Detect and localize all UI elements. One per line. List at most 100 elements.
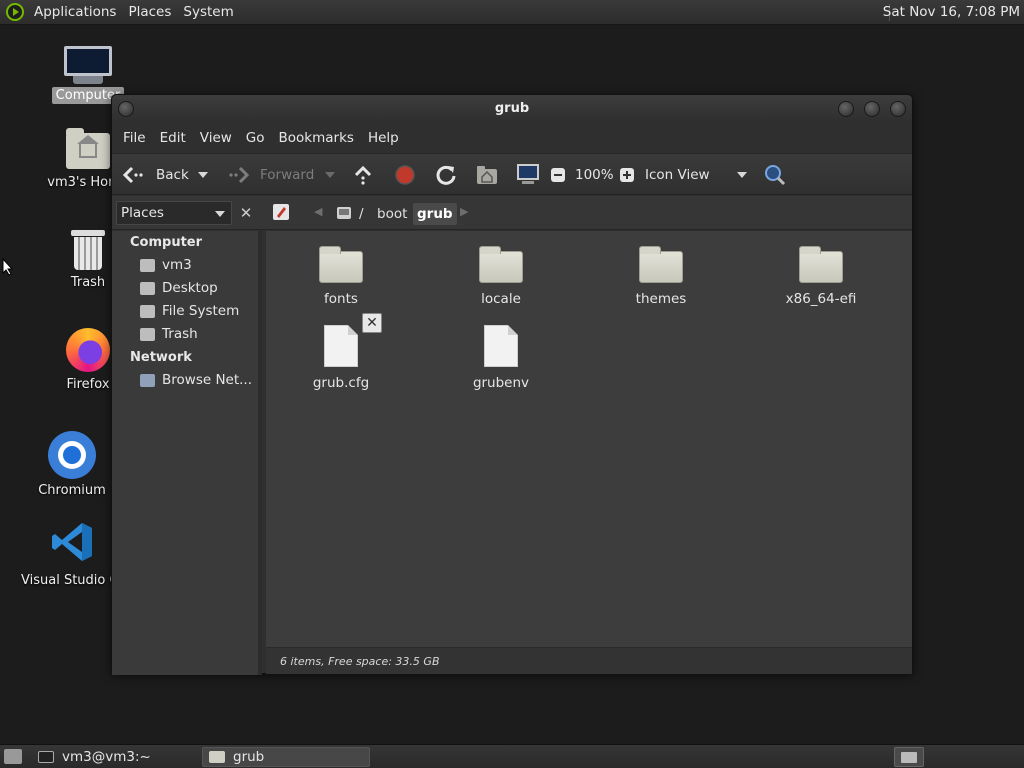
top-panel: Applications Places System Sat Nov 16, 7… (0, 0, 1024, 25)
sidebar-item-filesystem[interactable]: File System (140, 303, 239, 319)
back-button[interactable]: Back (122, 154, 189, 196)
file-name: themes (635, 291, 687, 307)
reload-button[interactable] (435, 154, 457, 196)
zoom-out-icon (551, 168, 565, 182)
file-item-grub-cfg[interactable]: ✕ grub.cfg (266, 313, 416, 391)
forward-label: Forward (260, 167, 315, 183)
file-view[interactable]: fonts locale themes x86_64-efi ✕ grub.cf… (266, 231, 912, 647)
file-name: grub.cfg (312, 375, 370, 391)
file-item-themes[interactable]: themes (586, 245, 736, 307)
close-button[interactable] (890, 101, 906, 117)
location-bar: Places ✕ ◀ / boot grub ▶ (112, 196, 912, 230)
file-manager-window: grub File Edit View Go Bookmarks Help Ba… (111, 94, 913, 675)
minimize-button[interactable] (838, 101, 854, 117)
sidebar-item-vm3[interactable]: vm3 (140, 257, 192, 273)
drive-icon (140, 304, 155, 318)
crumb-root[interactable]: / (355, 203, 368, 225)
folder-icon (209, 751, 225, 763)
folder-icon (319, 246, 363, 283)
file-item-locale[interactable]: locale (426, 245, 576, 307)
network-icon (140, 373, 155, 387)
places-sidebar: Computer vm3 Desktop File System Trash N… (112, 231, 262, 675)
window-title: grub (494, 101, 530, 116)
taskbar-item-label: vm3@vm3:~ (62, 749, 151, 765)
chevron-down-icon (215, 211, 225, 217)
toggle-location-entry-button[interactable] (272, 203, 290, 225)
forward-history-dropdown[interactable] (325, 154, 335, 196)
sidebar-item-label: Browse Net... (162, 372, 253, 388)
text-file-icon (324, 325, 358, 367)
menu-file[interactable]: File (116, 130, 153, 146)
system-menu[interactable]: System (177, 0, 239, 25)
search-button[interactable] (764, 154, 786, 196)
edit-location-icon (273, 204, 289, 220)
window-titlebar[interactable]: grub (112, 95, 912, 123)
sidebar-item-label: File System (162, 303, 240, 319)
clock[interactable]: Sat Nov 16, 7:08 PM (883, 0, 1020, 25)
sidebar-type-select[interactable]: Places (116, 201, 232, 225)
file-item-grubenv[interactable]: grubenv (426, 325, 576, 391)
filesystem-crumb-icon[interactable] (336, 205, 352, 225)
sidebar-item-browse-network[interactable]: Browse Net... (140, 372, 252, 388)
zoom-in-button[interactable] (619, 154, 635, 196)
file-item-x86_64-efi[interactable]: x86_64-efi (746, 245, 896, 307)
show-desktop-icon[interactable] (4, 749, 22, 764)
menu-bar: File Edit View Go Bookmarks Help (112, 125, 912, 151)
chevron-down-icon (325, 172, 335, 178)
maximize-button[interactable] (864, 101, 880, 117)
forward-arrow-icon (229, 166, 250, 184)
menu-edit[interactable]: Edit (153, 130, 193, 146)
home-folder-icon (477, 166, 497, 184)
places-menu[interactable]: Places (122, 0, 177, 25)
computer-button[interactable] (516, 154, 540, 196)
desktop-icon-label: Chromium (38, 483, 106, 498)
file-name: grubenv (472, 375, 530, 391)
view-mode-select[interactable]: Icon View (645, 154, 749, 196)
applications-logo-icon[interactable] (6, 3, 24, 21)
bottom-panel: vm3@vm3:~ grub (0, 744, 1024, 768)
up-button[interactable] (352, 154, 374, 196)
status-bar: 6 items, Free space: 33.5 GB (266, 647, 912, 674)
desktop-icon-chromium[interactable]: Chromium (27, 431, 117, 499)
forward-button[interactable]: Forward (226, 154, 314, 196)
crumb-scroll-left-icon[interactable]: ◀ (314, 205, 322, 218)
folder-icon (479, 246, 523, 283)
vscode-icon (50, 520, 94, 564)
menu-bookmarks[interactable]: Bookmarks (272, 130, 361, 146)
menu-help[interactable]: Help (361, 130, 406, 146)
folder-icon (639, 246, 683, 283)
chevron-down-icon (198, 172, 208, 178)
sidebar-item-trash[interactable]: Trash (140, 326, 198, 342)
crumb-boot[interactable]: boot (373, 203, 411, 225)
taskbar-item-terminal[interactable]: vm3@vm3:~ (32, 747, 194, 767)
file-name: fonts (324, 291, 358, 307)
crumb-grub[interactable]: grub (413, 203, 457, 225)
menu-view[interactable]: View (193, 130, 239, 146)
zoom-in-icon (620, 168, 634, 182)
home-button[interactable] (476, 154, 498, 196)
taskbar-item-label: grub (233, 749, 265, 765)
close-sidebar-icon[interactable]: ✕ (236, 201, 256, 225)
sidebar-item-label: vm3 (162, 257, 192, 273)
computer-icon (64, 46, 112, 76)
menu-go[interactable]: Go (239, 130, 272, 146)
sidebar-heading-network: Network (130, 350, 192, 365)
file-item-fonts[interactable]: fonts (266, 245, 416, 307)
workspace-switcher[interactable] (894, 747, 924, 767)
file-name: x86_64-efi (785, 291, 857, 307)
taskbar-item-grub[interactable]: grub (202, 747, 370, 767)
stop-button[interactable] (394, 154, 416, 196)
view-mode-label: Icon View (645, 167, 710, 183)
zoom-level: 100% (575, 167, 614, 183)
zoom-out-button[interactable] (550, 154, 566, 196)
sidebar-item-desktop[interactable]: Desktop (140, 280, 218, 296)
crumb-scroll-right-icon[interactable]: ▶ (460, 205, 468, 218)
desktop-folder-icon (140, 281, 155, 295)
applications-menu[interactable]: Applications (28, 0, 122, 25)
terminal-icon (38, 751, 54, 763)
search-icon (765, 165, 786, 186)
mouse-cursor-icon (2, 258, 14, 276)
computer-icon (517, 164, 539, 184)
up-arrow-icon (354, 165, 372, 185)
back-history-dropdown[interactable] (198, 154, 208, 196)
